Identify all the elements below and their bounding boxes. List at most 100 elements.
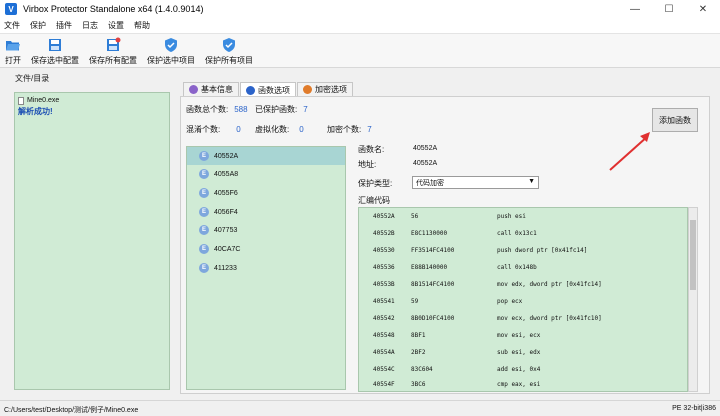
tab-basic-info[interactable]: 基本信息 (183, 82, 239, 96)
protect-type-label: 保护类型: (358, 179, 393, 188)
function-list[interactable]: E 40552A E 4055A8 E 4055F6 E 4056F4 E 40… (186, 146, 346, 390)
stat-total-value: 588 (234, 105, 248, 114)
shield-check-all-icon (223, 38, 235, 52)
stat-total-label: 函数总个数: (186, 105, 229, 114)
function-item[interactable]: E 40CA7C (187, 240, 345, 258)
protect-type-value: 代码加密 (416, 179, 444, 187)
tab-basic-info-label: 基本信息 (201, 85, 233, 94)
asm-address: 405530 (373, 247, 395, 254)
asm-address: 40552B (373, 230, 395, 237)
asm-instruction: mov esi, ecx (497, 332, 541, 339)
open-button[interactable]: 打开 (0, 37, 26, 66)
asm-row: 40552A 56 push esi (359, 208, 687, 225)
save-all-config-label: 保存所有配置 (89, 56, 137, 65)
function-e-icon: E (199, 151, 209, 161)
asm-instruction: mov edx, dword ptr [0x41fc14] (497, 281, 602, 288)
folder-open-icon (6, 41, 20, 51)
tab-encrypt-options[interactable]: 加密选项 (297, 82, 353, 96)
function-item[interactable]: E 407753 (187, 221, 345, 239)
toolbar: 打开 保存选中配置 保存所有配置 保护选中项目 保护所有项目 (0, 34, 720, 68)
asm-bytes: E8C1130000 (411, 230, 448, 237)
function-e-icon: E (199, 188, 209, 198)
protect-selected-button[interactable]: 保护选中项目 (142, 37, 200, 66)
stat-protected-label: 已保护函数: (255, 105, 298, 114)
file-item[interactable]: Mine0.exe (18, 95, 166, 106)
asm-address: 40553B (373, 281, 395, 288)
maximize-button[interactable]: ☐ (652, 0, 686, 18)
asm-bytes: 59 (411, 298, 419, 305)
function-item[interactable]: E 4055A8 (187, 165, 345, 183)
function-icon (246, 85, 255, 95)
asm-row: 405530 FF3514FC4100 push dword ptr [0x41fc… (359, 242, 687, 259)
protect-type-select[interactable]: 代码加密 ▼ (412, 176, 539, 189)
tab-bar: 基本信息 函数选项 加密选项 (183, 82, 354, 97)
function-e-icon: E (199, 225, 209, 235)
asm-instruction: call 0x13c1 (497, 230, 537, 237)
function-item[interactable]: E 411233 (187, 259, 345, 277)
asm-bytes: E88B140000 (411, 264, 448, 271)
app-icon: V (5, 3, 17, 15)
menu-log[interactable]: 日志 (82, 20, 98, 31)
asm-scrollbar[interactable] (688, 207, 698, 392)
asm-row: 405536 E88B140000 call 0x148b (359, 259, 687, 276)
asm-address: 40554A (373, 349, 395, 356)
protect-all-button[interactable]: 保护所有项目 (200, 37, 258, 66)
protect-all-label: 保护所有项目 (205, 56, 253, 65)
asm-row: 405542 8B0D10FC4100 mov ecx, dword ptr [0x… (359, 310, 687, 327)
asm-row: 40554F 3BC6 cmp eax, esi (359, 376, 687, 391)
function-e-icon: E (199, 169, 209, 179)
tab-function-options-label: 函数选项 (258, 85, 290, 95)
menu-plugin[interactable]: 插件 (56, 20, 72, 31)
stat-obfuscate-label: 混淆个数: (186, 125, 221, 134)
minimize-button[interactable]: — (618, 0, 652, 18)
function-name-label: 函数名: (358, 145, 385, 154)
info-icon (189, 85, 198, 94)
function-item[interactable]: E 4055F6 (187, 184, 345, 202)
function-address: 4055F6 (214, 189, 238, 197)
asm-code-list[interactable]: 40552A 56 push esi 40552B E8C1130000 call 0x… (358, 207, 688, 392)
asm-bytes: 8B1514FC4100 (411, 281, 455, 288)
function-address: 4056F4 (214, 208, 238, 216)
dropdown-arrow-icon: ▼ (528, 178, 535, 185)
menu-file[interactable]: 文件 (4, 20, 20, 31)
asm-row: 405548 8BF1 mov esi, ecx (359, 327, 687, 344)
function-address: 411233 (214, 264, 237, 272)
close-button[interactable]: ✕ (686, 0, 720, 18)
asm-instruction: push dword ptr [0x41fc14] (497, 247, 588, 254)
status-file-format: PE 32-bit|i386 (672, 405, 716, 412)
asm-bytes: 56 (411, 213, 419, 220)
function-e-icon: E (199, 207, 209, 217)
menu-protect[interactable]: 保护 (30, 20, 46, 31)
asm-address: 405548 (373, 332, 395, 339)
function-item[interactable]: E 4056F4 (187, 203, 345, 221)
shield-check-icon (165, 38, 177, 52)
file-panel: 文件/目录 Mine0.exe 解析成功! (12, 72, 172, 392)
function-name-value: 40552A (413, 145, 438, 152)
asm-scrollbar-thumb[interactable] (690, 220, 696, 290)
asm-address: 40552A (373, 213, 395, 220)
asm-bytes: FF3514FC4100 (411, 247, 455, 254)
address-value: 40552A (413, 160, 438, 167)
function-e-icon: E (199, 244, 209, 254)
asm-row: 40554A 2BF2 sub esi, edx (359, 344, 687, 361)
save-all-config-button[interactable]: 保存所有配置 (84, 37, 142, 66)
menu-help[interactable]: 帮助 (134, 20, 150, 31)
asm-instruction: add esi, 0x4 (497, 366, 541, 373)
menu-settings[interactable]: 设置 (108, 20, 124, 31)
stat-protected-value: 7 (303, 105, 308, 114)
function-address: 40CA7C (214, 245, 241, 253)
asm-row: 40553B 8B1514FC4100 mov edx, dword ptr [0x… (359, 276, 687, 293)
file-name: Mine0.exe (27, 97, 60, 104)
tab-function-options[interactable]: 函数选项 (240, 82, 296, 97)
save-selected-config-button[interactable]: 保存选中配置 (26, 37, 84, 66)
stat-virtualize-label: 虚拟化数: (255, 125, 290, 134)
window-controls: — ☐ ✕ (618, 0, 720, 18)
function-e-icon: E (199, 263, 209, 273)
stat-obfuscate-value: 0 (236, 125, 241, 134)
function-item[interactable]: E 40552A (187, 147, 345, 165)
file-list[interactable]: Mine0.exe 解析成功! (14, 92, 170, 390)
asm-bytes: 2BF2 (411, 349, 426, 356)
tab-encrypt-options-label: 加密选项 (315, 85, 347, 94)
asm-instruction: sub esi, edx (497, 349, 541, 356)
stat-encrypt-label: 加密个数: (327, 125, 362, 134)
